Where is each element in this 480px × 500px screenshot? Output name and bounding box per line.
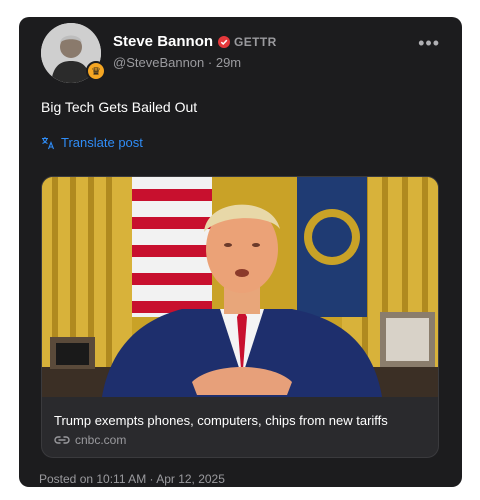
verified-badge-icon: [218, 35, 231, 48]
link-title: Trump exempts phones, computers, chips f…: [54, 413, 388, 428]
author-name[interactable]: Steve Bannon: [113, 33, 213, 50]
time-ago: 29m: [215, 55, 242, 70]
translate-label: Translate post: [61, 135, 143, 150]
link-preview-card[interactable]: Trump exempts phones, computers, chips f…: [41, 176, 439, 458]
author-row: Steve Bannon GETTR: [113, 33, 277, 50]
posted-timestamp: Posted on 10:11 AM · Apr 12, 2025: [39, 472, 225, 486]
post-card: ♛ Steve Bannon GETTR @SteveBannon · 29m …: [19, 17, 462, 487]
link-domain: cnbc.com: [75, 433, 127, 447]
author-handle[interactable]: @SteveBannon: [113, 55, 204, 70]
meta-separator: ·: [207, 55, 216, 70]
platform-label: GETTR: [234, 34, 277, 49]
link-domain-row: cnbc.com: [54, 433, 126, 447]
more-options-button[interactable]: •••: [418, 33, 440, 54]
translate-post-button[interactable]: Translate post: [41, 135, 143, 150]
news-photo: [42, 177, 438, 397]
translate-icon: [42, 136, 55, 149]
author-meta: @SteveBannon · 29m: [113, 55, 241, 70]
crown-badge-icon: ♛: [86, 61, 106, 81]
post-text: Big Tech Gets Bailed Out: [41, 99, 198, 115]
link-icon: [54, 436, 70, 444]
